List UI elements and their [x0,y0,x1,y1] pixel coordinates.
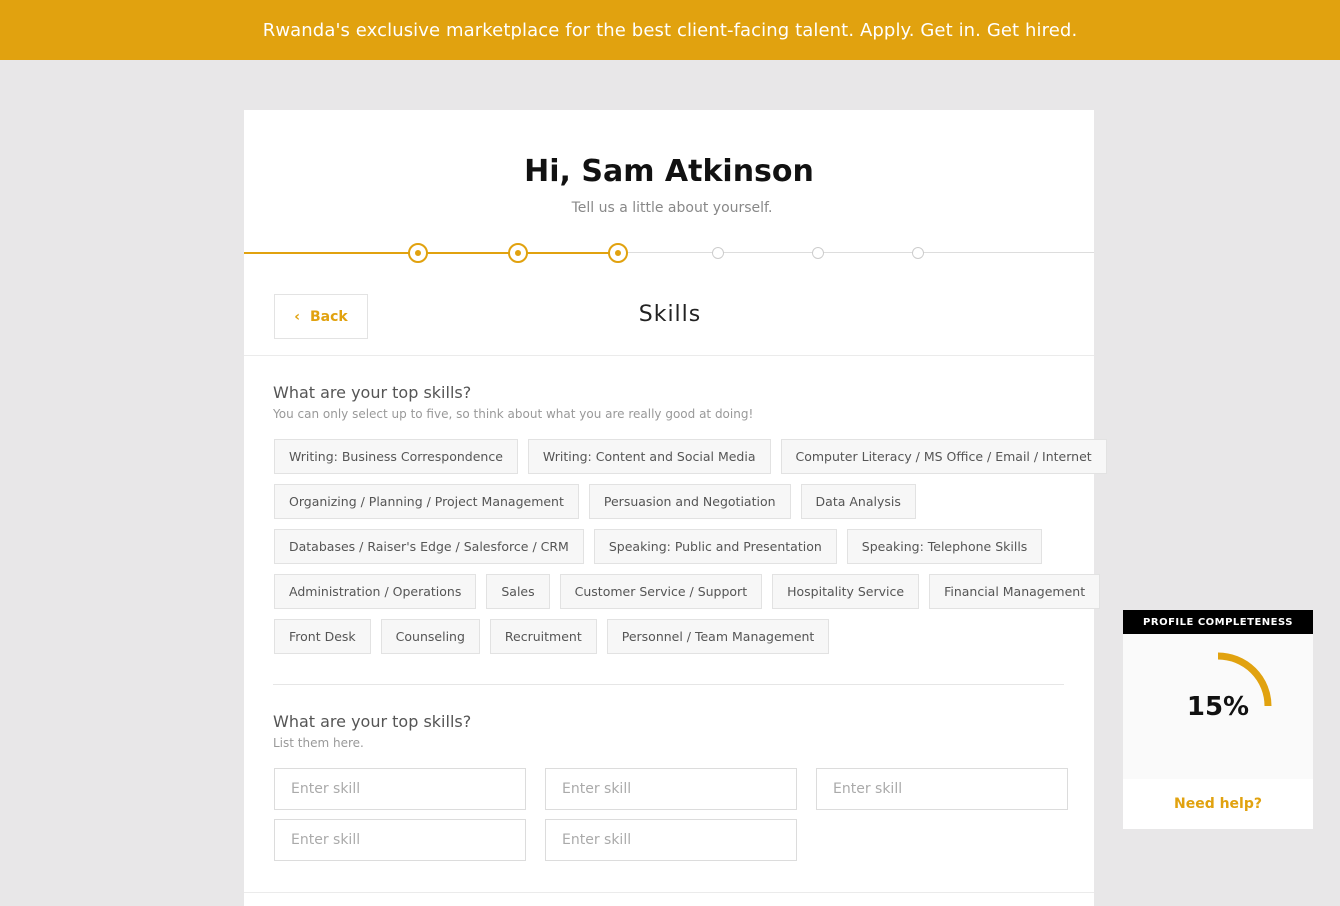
skill-input-1[interactable] [274,768,526,810]
need-help-link[interactable]: Need help? [1123,779,1313,829]
skill-chip[interactable]: Front Desk [274,619,371,654]
back-label: Back [310,308,348,325]
skill-input-2[interactable] [545,768,797,810]
skill-chip[interactable]: Persuasion and Negotiation [588,484,791,519]
completeness-header: PROFILE COMPLETENESS [1123,610,1313,634]
profile-card: Hi, Sam Atkinson Tell us a little about … [244,110,1107,906]
skill-chip[interactable]: Writing: Content and Social Media [527,439,771,474]
divider [273,684,1064,685]
skill-chip[interactable]: Counseling [380,619,480,654]
skill-chip[interactable]: Organizing / Planning / Project Manageme… [274,484,579,519]
skill-chip[interactable]: Customer Service / Support [559,574,763,609]
top-skills-title: What are your top skills? [273,383,472,402]
skill-input-4[interactable] [274,819,526,861]
skill-chip[interactable]: Speaking: Public and Presentation [593,529,837,564]
step-5 [812,247,824,259]
skill-chip[interactable]: Speaking: Telephone Skills [846,529,1043,564]
skill-chip[interactable]: Databases / Raiser's Edge / Salesforce /… [274,529,584,564]
skill-input-5[interactable] [545,819,797,861]
skill-chip-row: Administration / Operations Sales Customer… [274,574,1101,609]
back-button[interactable]: ‹ Back [274,294,368,339]
progress-line-remaining [618,252,1094,253]
skill-chip-row: Writing: Business Correspondence Writing:… [274,439,1107,474]
skill-chip[interactable]: Recruitment [489,619,597,654]
skill-chip[interactable]: Sales [486,574,550,609]
skill-chip[interactable]: Computer Literacy / MS Office / Email / … [780,439,1107,474]
skill-chip[interactable]: Personnel / Team Management [606,619,830,654]
skill-chip[interactable]: Writing: Business Correspondence [274,439,518,474]
greeting-subtitle: Tell us a little about yourself. [571,200,773,216]
skill-chip-grid: Writing: Business Correspondence Writing:… [274,439,1107,664]
completeness-percent: 15% [1186,692,1250,722]
skill-chip[interactable]: Data Analysis [800,484,916,519]
custom-skills-title: What are your top skills? [273,712,472,731]
step-progress [244,243,1094,263]
skill-chip-row: Organizing / Planning / Project Manageme… [274,484,1074,519]
section-title: Skills [638,302,702,327]
step-1-complete[interactable] [408,243,428,263]
custom-skills-subtitle: List them here. [273,736,364,750]
divider [244,355,1094,356]
progress-line-complete [244,252,618,254]
greeting-title: Hi, Sam Atkinson [524,154,814,189]
skill-chip[interactable]: Hospitality Service [772,574,920,609]
divider [244,892,1094,893]
top-banner: Rwanda's exclusive marketplace for the b… [0,0,1340,60]
step-6 [912,247,924,259]
top-skills-subtitle: You can only select up to five, so think… [273,407,754,421]
skill-input-3[interactable] [816,768,1068,810]
skill-chip[interactable]: Financial Management [929,574,1101,609]
chevron-left-icon: ‹ [294,308,301,325]
skill-chip-row: Front Desk Counseling Recruitment Personnel… [274,619,1074,654]
skill-chip-row: Databases / Raiser's Edge / Salesforce /… [274,529,1074,564]
banner-text: Rwanda's exclusive marketplace for the b… [262,19,1078,41]
skill-chip[interactable]: Administration / Operations [274,574,477,609]
step-4 [712,247,724,259]
profile-completeness-widget: PROFILE COMPLETENESS 15% Need help? [1123,610,1313,829]
step-3-current[interactable] [608,243,628,263]
step-2-complete[interactable] [508,243,528,263]
